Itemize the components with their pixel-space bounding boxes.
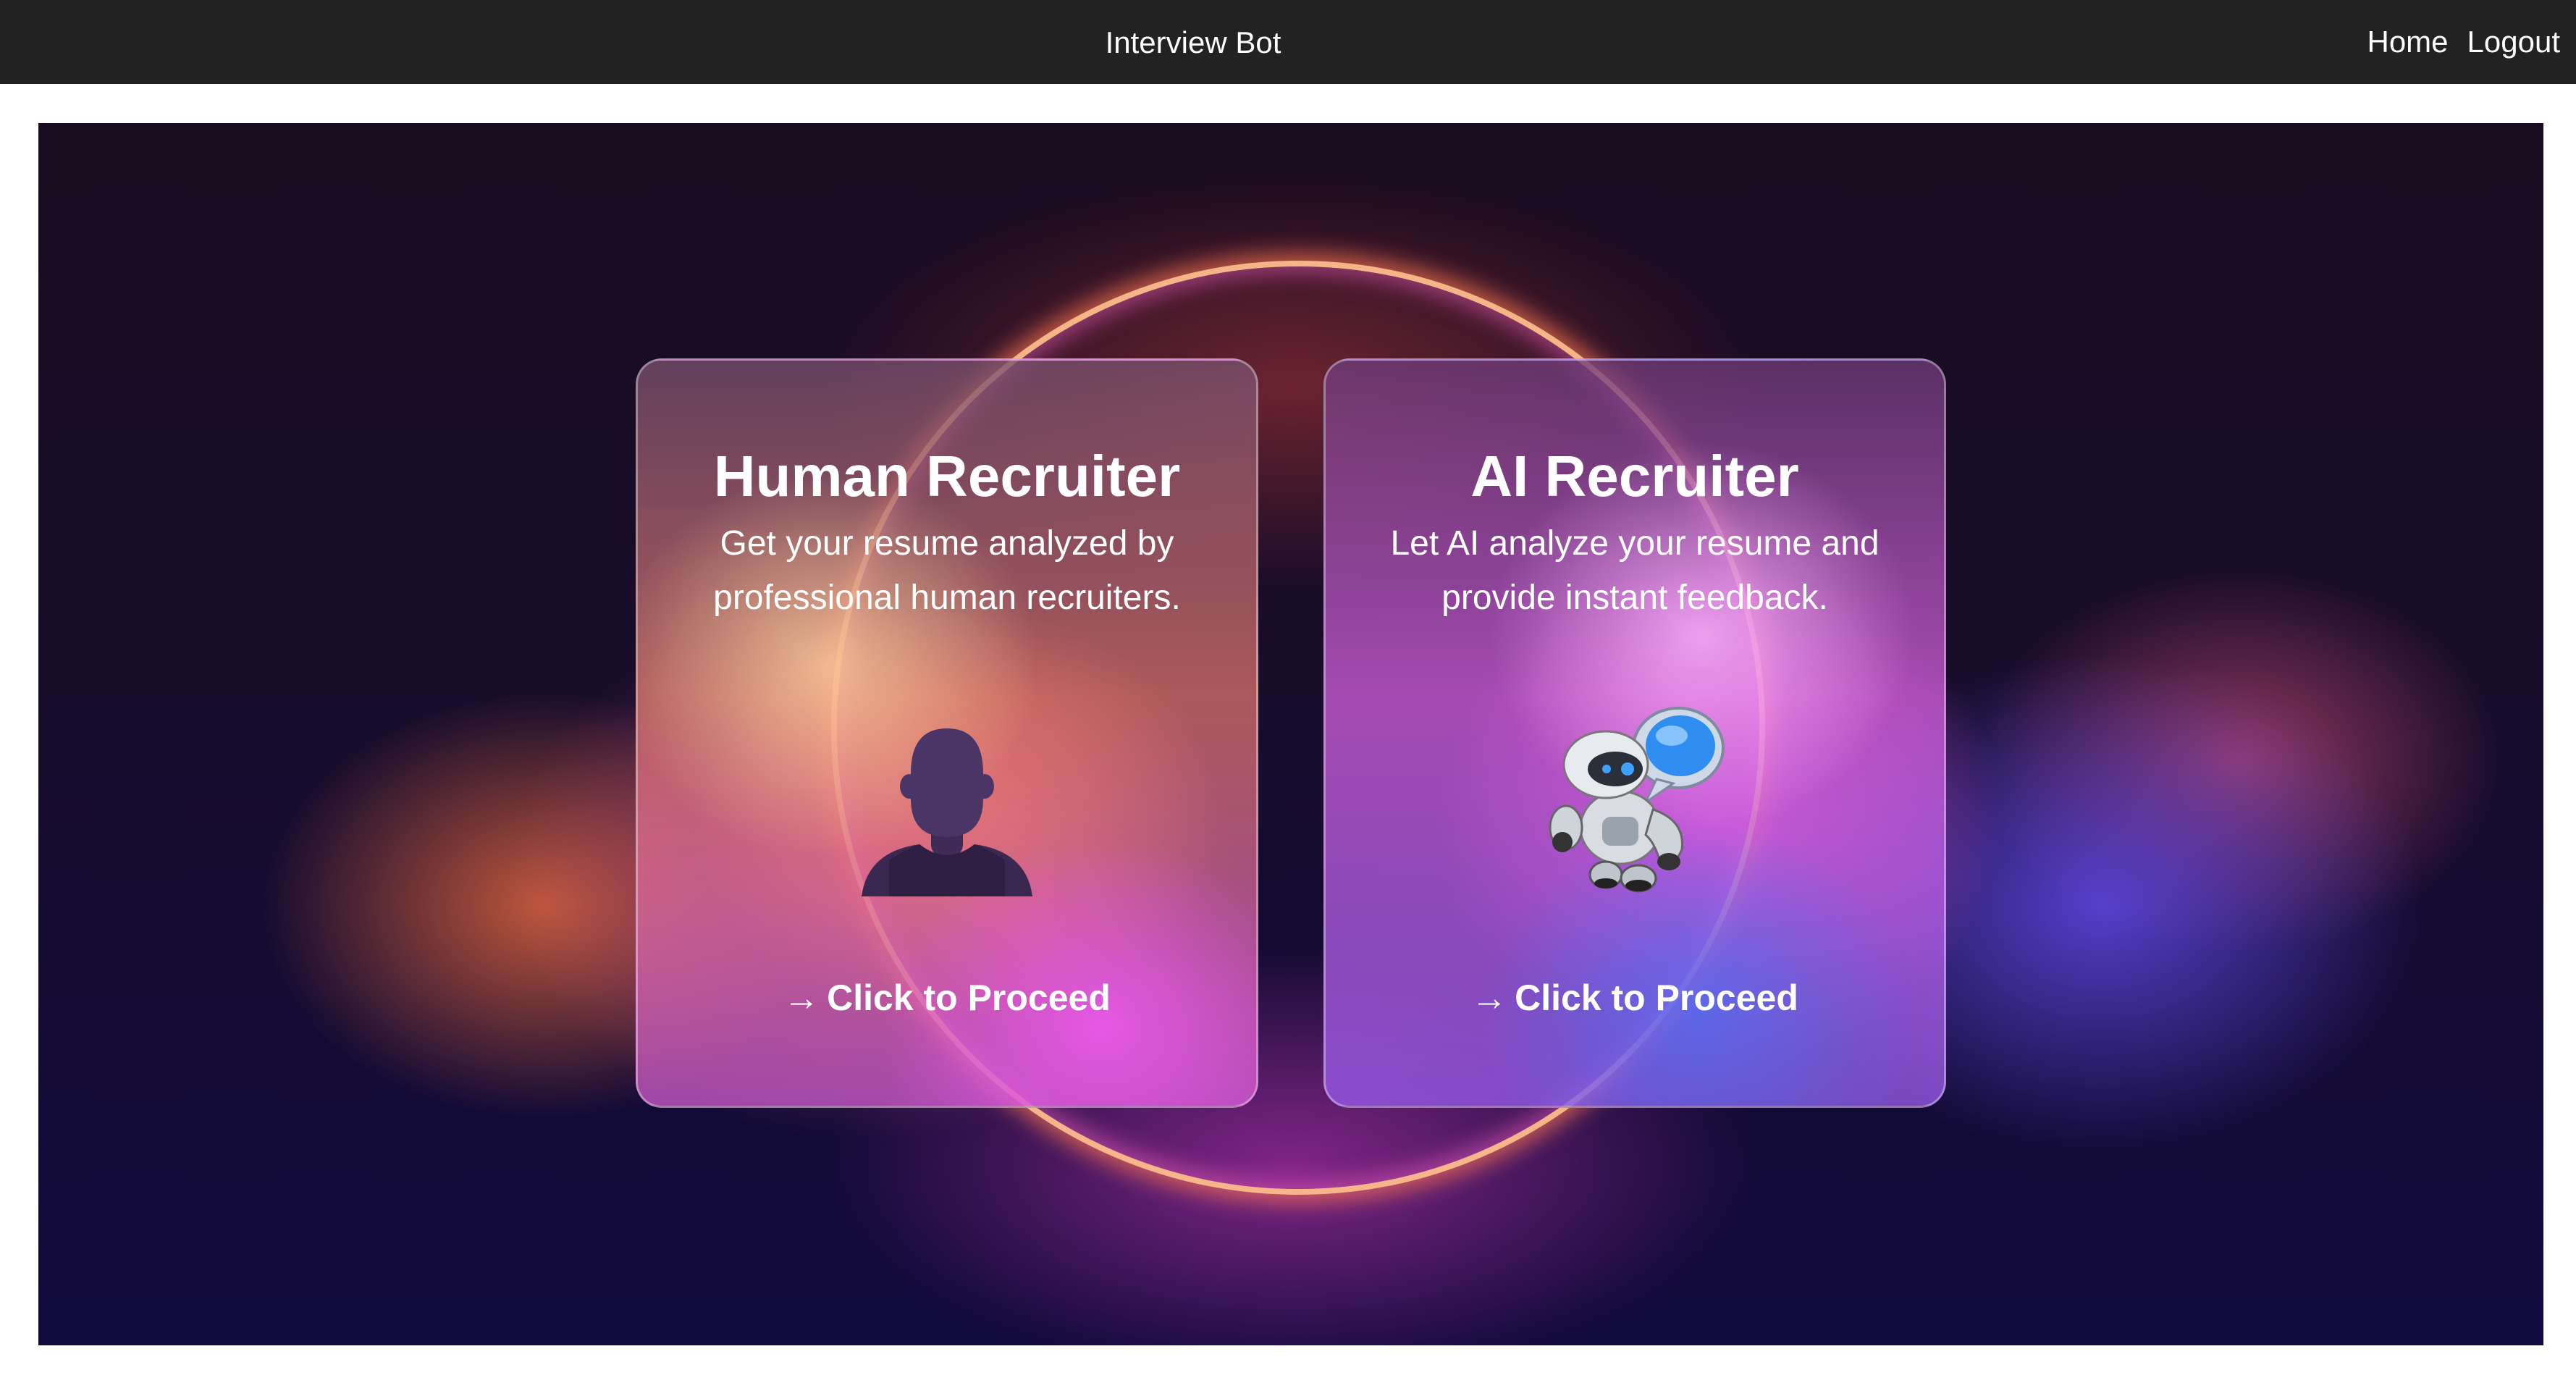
ai-recruiter-card[interactable]: AI Recruiter Let AI analyze your resume … — [1323, 358, 1946, 1108]
robot-chat-icon — [1530, 694, 1740, 904]
human-proceed-link[interactable]: → Click to Proceed — [638, 976, 1256, 1020]
nav-home-link[interactable]: Home — [2367, 25, 2448, 59]
description-line: Let AI analyze your resume and — [1390, 524, 1880, 563]
person-silhouette-icon — [860, 723, 1034, 896]
ai-recruiter-title: AI Recruiter — [1470, 444, 1799, 508]
hero-background: Human Recruiter Get your resume analyzed… — [38, 123, 2543, 1345]
proceed-label: Click to Proceed — [1515, 978, 1798, 1018]
proceed-label: Click to Proceed — [827, 978, 1111, 1018]
human-recruiter-card[interactable]: Human Recruiter Get your resume analyzed… — [636, 358, 1258, 1108]
top-navbar: Interview Bot Home Logout — [0, 0, 2576, 84]
nav-logout-link[interactable]: Logout — [2467, 25, 2560, 59]
description-line: Get your resume analyzed by — [720, 524, 1174, 563]
human-recruiter-description: Get your resume analyzed by professional… — [681, 516, 1213, 625]
arrow-right-icon: → — [783, 978, 820, 1018]
description-line: professional human recruiters. — [713, 579, 1181, 617]
arrow-right-icon: → — [1471, 978, 1508, 1018]
description-line: provide instant feedback. — [1441, 579, 1828, 617]
nav-links: Home Logout — [2367, 0, 2560, 84]
ai-proceed-link[interactable]: → Click to Proceed — [1326, 976, 1944, 1020]
app-title: Interview Bot — [1105, 25, 1281, 59]
ai-recruiter-description: Let AI analyze your resume and provide i… — [1369, 516, 1901, 625]
human-recruiter-title: Human Recruiter — [713, 444, 1181, 508]
